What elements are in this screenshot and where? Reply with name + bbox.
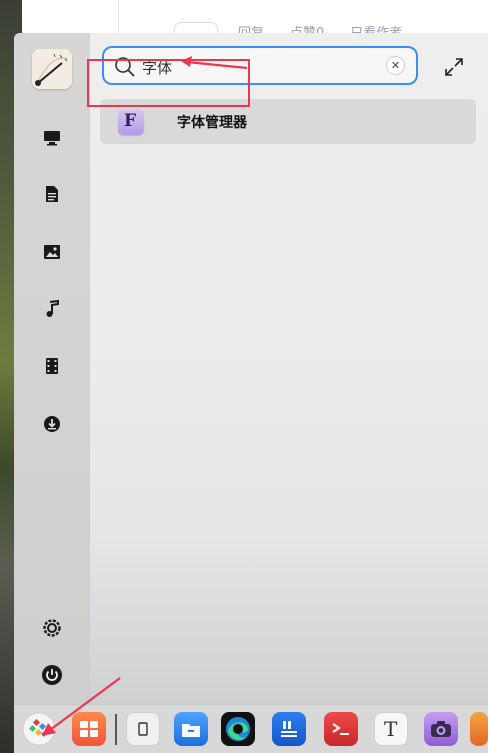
desktop-toggle-icon[interactable] <box>126 712 160 746</box>
annotation-arrow <box>181 56 248 70</box>
search-result-label: 字体管理器 <box>177 115 247 131</box>
video-icon[interactable] <box>41 355 63 377</box>
app-store-icon[interactable] <box>272 712 306 746</box>
launcher-sidebar <box>14 33 90 704</box>
fullscreen-toggle-icon[interactable] <box>443 56 465 78</box>
settings-icon[interactable] <box>41 617 63 639</box>
text-editor-icon[interactable]: T <box>374 712 408 746</box>
computer-icon[interactable] <box>41 127 63 149</box>
edge-browser-icon[interactable] <box>221 712 255 746</box>
document-icon[interactable] <box>41 183 63 205</box>
file-manager-icon[interactable] <box>174 712 208 746</box>
download-icon[interactable] <box>41 413 63 435</box>
font-manager-icon: F <box>118 109 144 135</box>
app-launcher: 字体 ✕ F 字体管理器 <box>14 33 488 704</box>
app-icon-partial[interactable] <box>470 712 488 746</box>
terminal-icon[interactable] <box>324 712 358 746</box>
svg-text:T: T <box>384 718 398 740</box>
annotation-arrow-dock <box>42 677 121 736</box>
clear-search-button[interactable]: ✕ <box>386 56 405 75</box>
picture-icon[interactable] <box>41 241 63 263</box>
camera-icon[interactable] <box>424 712 458 746</box>
user-avatar[interactable] <box>32 49 72 89</box>
music-icon[interactable] <box>41 298 63 320</box>
